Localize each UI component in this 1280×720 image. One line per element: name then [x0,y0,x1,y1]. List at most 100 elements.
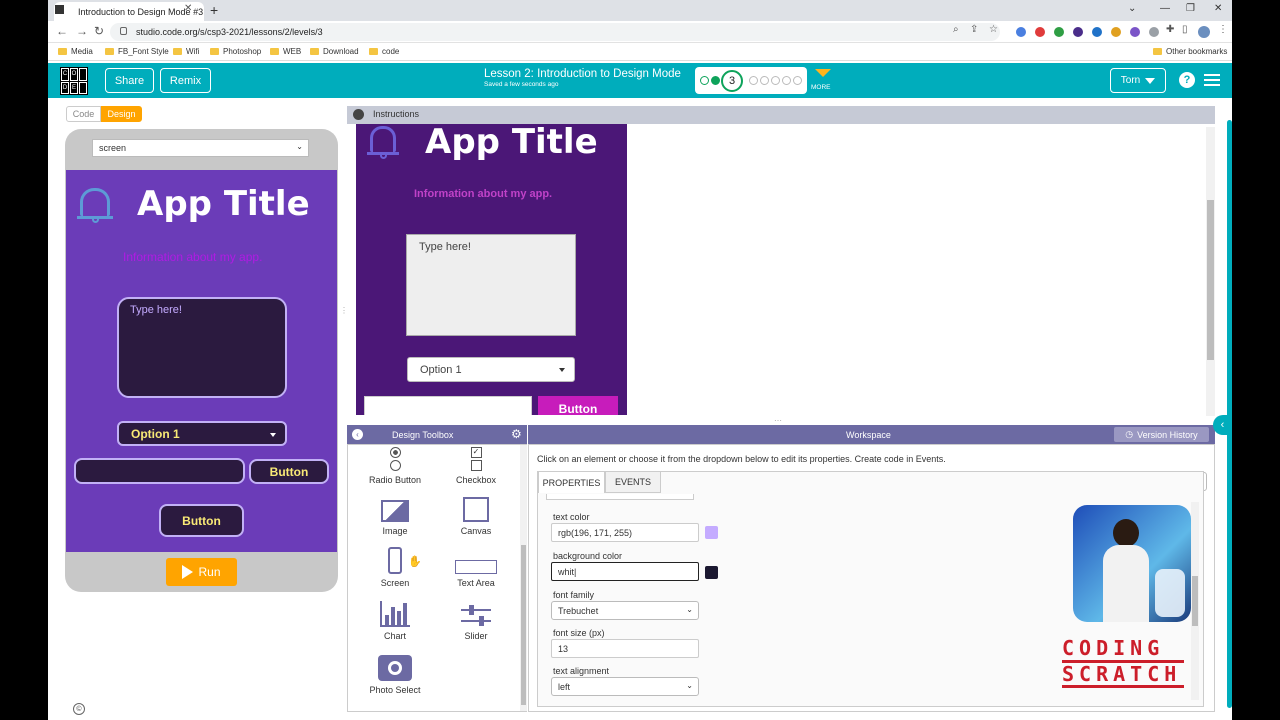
text-alignment-select[interactable]: left ⌄ [551,677,699,696]
image-tool[interactable]: Image [355,500,435,536]
collapse-instructions-icon[interactable] [353,109,364,120]
lesson-title[interactable]: Lesson 2: Introduction to Design Mode [484,68,681,80]
more-label[interactable]: MORE [811,84,831,91]
zoom-icon[interactable]: ⌕ [953,24,959,35]
checkbox-tool[interactable]: ✓ Checkbox [436,447,516,485]
new-tab-icon[interactable]: + [210,2,218,18]
profile-avatar[interactable] [1198,26,1210,38]
bell-icon[interactable] [367,126,399,159]
reload-icon[interactable]: ↻ [94,24,104,38]
properties-scrollbar[interactable] [1191,502,1199,700]
screen-selector[interactable]: screen ⌄ [92,139,309,157]
instructions-bar[interactable]: Instructions [347,106,1215,124]
extension-red-icon[interactable] [1035,27,1045,37]
app-button-2[interactable]: Button [159,504,244,537]
level-4-bubble[interactable] [749,76,758,85]
tab-search-icon[interactable]: ⌄ [1128,3,1136,14]
tab-events[interactable]: EVENTS [605,471,661,493]
font-family-select[interactable]: Trebuchet ⌄ [551,601,699,620]
design-canvas[interactable]: App Title Information about my app. Type… [356,124,627,415]
photo-select-tool[interactable]: Photo Select [355,655,435,695]
share-page-icon[interactable]: ⇪ [970,24,978,35]
other-bookmarks[interactable]: Other bookmarks [1153,47,1227,56]
horizontal-resize-handle[interactable]: ⋯ [774,416,782,425]
level-2-bubble[interactable] [711,76,720,85]
canvas-title-label[interactable]: App Title [425,124,598,162]
design-mode-tab[interactable]: Design [101,106,142,122]
code-mode-tab[interactable]: Code [66,106,101,122]
text-color-swatch[interactable] [705,526,718,539]
bookmark-wifi[interactable]: Wifi [173,47,199,56]
expand-panel-icon[interactable]: ‹ [1213,415,1232,435]
extension-cloud-icon[interactable] [1149,27,1159,37]
app-dropdown[interactable]: Option 1 [117,421,287,446]
app-screen[interactable]: App Title Information about my app. Type… [66,170,337,552]
canvas-text-area[interactable]: Type here! [406,234,576,336]
extension-translate-icon[interactable] [1016,27,1026,37]
font-size-field[interactable]: 13 [551,639,699,658]
extension-purple-icon[interactable] [1073,27,1083,37]
canvas-tool[interactable]: Canvas [436,497,516,536]
tab-close-icon[interactable]: ✕ [184,3,192,14]
bookmark-fb-font-style[interactable]: FB_Font Style [105,47,169,56]
level-1-bubble[interactable] [700,76,709,85]
collapse-toolbox-icon[interactable]: ‹ [352,429,363,440]
tab-properties[interactable]: PROPERTIES [538,471,605,493]
chart-tool[interactable]: Chart [355,601,435,641]
app-text-area[interactable]: Type here! [117,297,287,398]
browser-tab[interactable]: Introduction to Design Mode #3 [54,2,204,21]
hamburger-menu-icon[interactable] [1204,74,1220,89]
background-color-field[interactable]: whit| [551,562,699,581]
extension-green-icon[interactable] [1054,27,1064,37]
canvas-dropdown[interactable]: Option 1 [407,357,575,382]
remix-button[interactable]: Remix [160,68,211,93]
text-color-field[interactable]: rgb(196, 171, 255) [551,523,699,542]
app-title-label[interactable]: App Title [137,184,310,224]
canvas-button[interactable]: Button [538,396,618,415]
url-field[interactable]: studio.code.org/s/csp3-2021/lessons/2/le… [110,23,1000,41]
back-icon[interactable]: ← [56,24,68,38]
minimize-icon[interactable]: — [1160,3,1170,14]
side-panel-icon[interactable]: ▯ [1182,24,1188,35]
browser-menu-icon[interactable]: ⋮ [1218,24,1228,35]
level-3-bubble[interactable]: 3 [721,70,743,92]
help-icon[interactable]: ? [1179,72,1195,88]
bell-icon[interactable] [77,188,113,223]
canvas-scrollbar-thumb[interactable] [1207,200,1214,360]
extension-settings-icon[interactable] [1130,27,1140,37]
level-7-bubble[interactable] [782,76,791,85]
app-button-1[interactable]: Button [249,459,329,484]
app-text-input[interactable] [74,458,245,484]
toolbox-scrollbar[interactable] [520,445,527,711]
bookmark-download[interactable]: Download [310,47,359,56]
bookmark-web[interactable]: WEB [270,47,301,56]
background-color-swatch[interactable] [705,566,718,579]
bookmark-star-icon[interactable]: ☆ [989,24,998,35]
gear-icon[interactable]: ⚙ [511,427,522,441]
text-area-tool[interactable]: Text Area [436,560,516,588]
more-caret-icon[interactable] [815,69,831,77]
bookmark-code[interactable]: code [369,47,399,56]
run-button[interactable]: Run [166,558,237,586]
forward-icon[interactable]: → [76,24,88,38]
copyright-icon[interactable]: © [73,703,85,715]
share-button[interactable]: Share [105,68,154,93]
user-menu-button[interactable]: Torn [1110,68,1166,93]
level-5-bubble[interactable] [760,76,769,85]
bookmark-photoshop[interactable]: Photoshop [210,47,261,56]
version-history-button[interactable]: ◷ Version History [1114,427,1209,442]
extension-yellow-icon[interactable] [1111,27,1121,37]
lock-icon[interactable] [120,27,127,35]
level-6-bubble[interactable] [771,76,780,85]
level-8-bubble[interactable] [793,76,802,85]
slider-tool[interactable]: Slider [436,605,516,641]
restore-icon[interactable]: ❐ [1186,3,1195,14]
screen-tool[interactable]: Screen [355,547,435,588]
canvas-info-label[interactable]: Information about my app. [414,188,552,200]
radio-button-tool[interactable]: Radio Button [355,447,435,485]
window-close-icon[interactable]: ✕ [1214,3,1222,14]
extension-blue-icon[interactable] [1092,27,1102,37]
resize-handle-icon[interactable]: ⋮ [340,306,348,315]
extensions-puzzle-icon[interactable]: ✚ [1166,24,1174,35]
bookmark-media[interactable]: Media [58,47,93,56]
